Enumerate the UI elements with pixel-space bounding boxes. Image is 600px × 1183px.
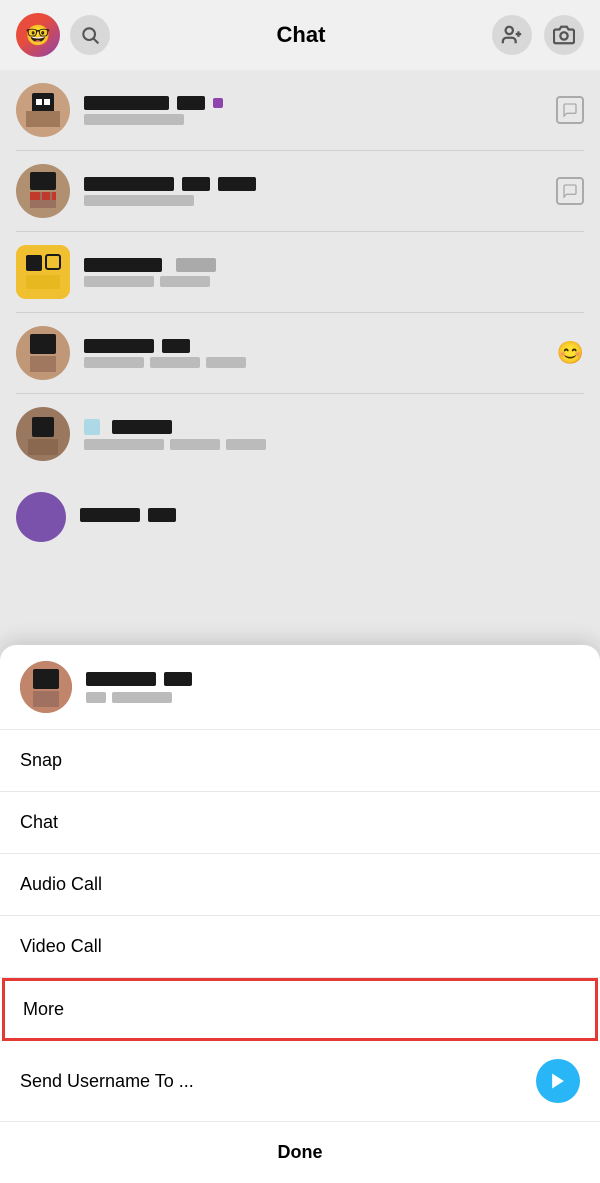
- chat-item-content: [84, 177, 556, 206]
- send-button[interactable]: [536, 1059, 580, 1103]
- name-bar: [112, 420, 172, 434]
- sheet-contact-avatar: [20, 661, 72, 713]
- header-right: [492, 15, 584, 55]
- search-button[interactable]: [70, 15, 110, 55]
- name-bar-2: [177, 96, 205, 110]
- snap-action[interactable]: Snap: [0, 730, 600, 792]
- done-button[interactable]: Done: [0, 1122, 600, 1183]
- contact-avatar: [16, 83, 70, 137]
- sub-bar-3: [226, 439, 266, 450]
- sheet-sub-row: [86, 692, 580, 703]
- send-username-label: Send Username To ...: [20, 1071, 194, 1092]
- name-bar: [84, 177, 174, 191]
- chat-item-content: [84, 339, 584, 368]
- status-dot: [84, 419, 100, 435]
- sub-bar-3: [206, 357, 246, 368]
- contact-avatar: [16, 245, 70, 299]
- chat-item-name: [84, 419, 584, 435]
- sub-bar: [84, 195, 194, 206]
- chat-item[interactable]: 😊: [0, 313, 600, 393]
- contact-avatar: [16, 164, 70, 218]
- partial-content: [80, 508, 176, 526]
- avatar-graphic: [16, 164, 70, 218]
- chat-item[interactable]: [0, 232, 600, 312]
- name-bar-2: [164, 672, 192, 686]
- avatar-graphic: [16, 326, 70, 380]
- avatar-graphic: [16, 245, 70, 299]
- sub-bar-2: [112, 692, 172, 703]
- chat-item-content: [84, 419, 584, 450]
- sub-bar: [84, 357, 144, 368]
- search-icon: [80, 25, 100, 45]
- avatar-graphic: [16, 83, 70, 137]
- message-icon: [562, 102, 578, 118]
- name-bar: [84, 96, 169, 110]
- contact-avatar: [16, 326, 70, 380]
- chat-item-name: [84, 177, 556, 191]
- name-bar-2: [148, 508, 176, 522]
- chat-item[interactable]: [0, 394, 600, 474]
- chat-item-name: [84, 339, 584, 353]
- message-icon: [562, 183, 578, 199]
- chat-item-sub: [84, 195, 556, 206]
- chat-item-content: [84, 258, 584, 287]
- send-icon: [548, 1071, 568, 1091]
- name-bar: [86, 672, 156, 686]
- add-friend-icon: [501, 24, 523, 46]
- name-bar-3: [218, 177, 256, 191]
- chat-item-sub: [84, 276, 584, 287]
- sub-bar-2: [170, 439, 220, 450]
- name-bar: [84, 258, 162, 272]
- sub-bar: [86, 692, 106, 703]
- page-title: Chat: [110, 22, 492, 48]
- chat-item-sub: [84, 357, 584, 368]
- chat-item-name: [84, 258, 584, 272]
- chat-item[interactable]: [0, 151, 600, 231]
- bottom-sheet: Snap Chat Audio Call Video Call More Sen…: [0, 645, 600, 1183]
- name-bar: [84, 339, 154, 353]
- chat-item-name: [84, 96, 556, 110]
- name-bar-2: [182, 177, 210, 191]
- contact-avatar: [16, 492, 66, 542]
- avatar-graphic: [20, 661, 72, 713]
- sub-bar: [84, 276, 154, 287]
- camera-icon: [553, 24, 575, 46]
- sheet-name-block: [86, 672, 580, 703]
- more-action[interactable]: More: [2, 978, 598, 1041]
- partial-chat-item[interactable]: [0, 481, 600, 553]
- sub-bar-2: [160, 276, 210, 287]
- sub-bar: [84, 439, 164, 450]
- header-left: 🤓: [16, 13, 110, 57]
- avatar-image: 🤓: [16, 13, 60, 57]
- send-username-row[interactable]: Send Username To ...: [0, 1041, 600, 1122]
- chat-action[interactable]: Chat: [0, 792, 600, 854]
- add-friend-button[interactable]: [492, 15, 532, 55]
- sheet-name-row: [86, 672, 580, 686]
- chat-item-sub: [84, 439, 584, 450]
- contact-avatar: [16, 407, 70, 461]
- name-bar: [80, 508, 140, 522]
- sheet-contact: [0, 645, 600, 730]
- sub-bar-2: [150, 357, 200, 368]
- partial-name: [80, 508, 176, 522]
- camera-button[interactable]: [544, 15, 584, 55]
- chat-item[interactable]: [0, 70, 600, 150]
- chat-icon: [556, 177, 584, 205]
- video-call-action[interactable]: Video Call: [0, 916, 600, 978]
- audio-call-action[interactable]: Audio Call: [0, 854, 600, 916]
- name-bar-2: [162, 339, 190, 353]
- chat-icon: [556, 96, 584, 124]
- avatar-graphic: [16, 407, 70, 461]
- name-bar-gray: [176, 258, 216, 272]
- sub-bar: [84, 114, 184, 125]
- emoji-badge: 😊: [557, 340, 584, 366]
- chat-item-sub: [84, 114, 556, 125]
- header: 🤓 Chat: [0, 0, 600, 70]
- user-avatar[interactable]: 🤓: [16, 13, 60, 57]
- chat-item-content: [84, 96, 556, 125]
- status-indicator: [213, 98, 223, 108]
